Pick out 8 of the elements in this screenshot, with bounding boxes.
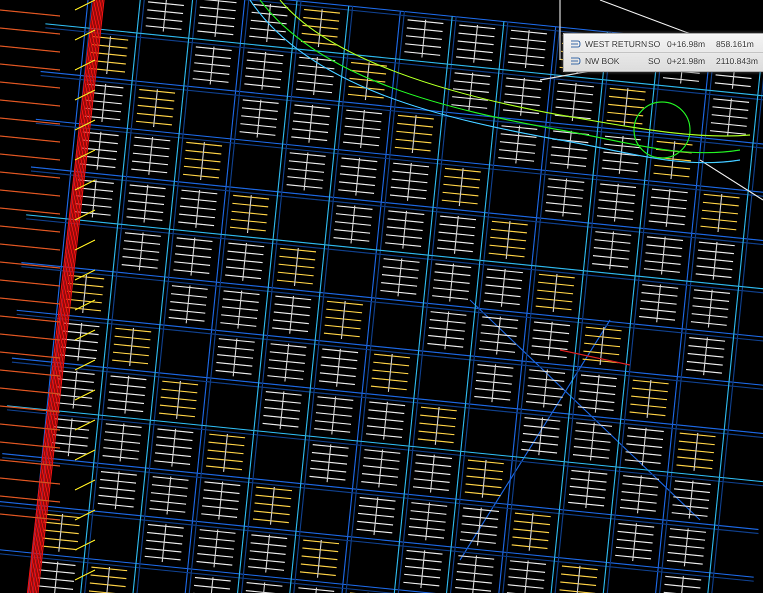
length-value: 2110.843m [716, 56, 759, 66]
side-code: SO [648, 56, 662, 66]
station-value: 0+16.98m [667, 39, 706, 49]
alignment-name: WEST RETURN [585, 39, 645, 49]
alignment-name: NW BOK [585, 56, 620, 66]
station-value: 0+21.98m [667, 56, 706, 66]
length-value: 858.161m [716, 39, 755, 49]
side-code: SO [648, 39, 662, 49]
